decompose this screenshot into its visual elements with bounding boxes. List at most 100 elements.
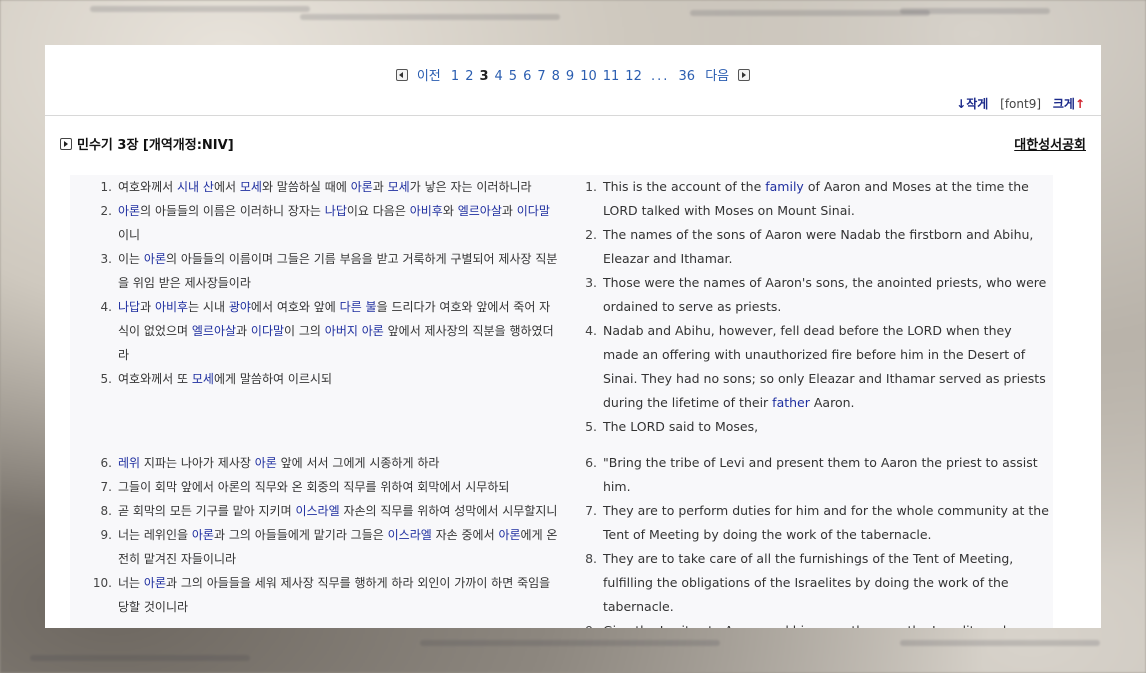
dictionary-term-link[interactable]: 레위	[118, 456, 140, 470]
dictionary-term-link[interactable]: 아론	[255, 456, 277, 470]
page-link-2[interactable]: 2	[465, 69, 473, 84]
verse-text-segment: 과	[501, 204, 517, 218]
page-link-5[interactable]: 5	[509, 69, 517, 84]
dictionary-term-link[interactable]: 엘르아살	[192, 324, 236, 338]
dictionary-term-link[interactable]: 아론	[118, 204, 140, 218]
next-page-link[interactable]: 다음	[705, 65, 729, 84]
verse-text-segment: 여호와께서 또	[118, 372, 192, 386]
verse-row: 3. Those were the names of Aaron's sons, …	[585, 271, 1050, 319]
page-link-12[interactable]: 12	[625, 69, 642, 84]
verse-row: 8. 곧 회막의 모든 기구를 맡아 지키며 이스라엘 자손의 직무를 위하여 성…	[90, 499, 560, 523]
dictionary-term-link[interactable]: 이다말	[517, 204, 550, 218]
page-link-1[interactable]: 1	[451, 69, 459, 84]
dictionary-term-link[interactable]: 모세	[240, 180, 262, 194]
font-size-controls: ↓작게 [font9] 크게↑	[956, 95, 1085, 112]
verse-text-segment: 여호와께서	[118, 180, 178, 194]
verse-row: 8. They are to take care of all the furni…	[585, 547, 1050, 619]
verse-text: 아론의 아들들의 이름은 이러하니 장자는 나답이요 다음은 아비후와 엘르아살…	[118, 199, 560, 247]
verse-text: "Bring the tribe of Levi and present the…	[603, 451, 1050, 499]
page-number-list: 1 2 3 4 5 6 7 8 9 10 11 12	[448, 69, 645, 84]
verse-text-segment: 너는 레위인을	[118, 528, 192, 542]
verse-row: 9.Give the Levites to Aaron and his sons…	[585, 619, 1050, 628]
verse-number: 1.	[585, 179, 597, 194]
verse-number: 3.	[100, 252, 112, 266]
verse-text: The LORD said to Moses,	[603, 415, 1050, 439]
verse-row: 5. 여호와께서 또 모세에게 말씀하여 이르시되	[90, 367, 560, 391]
verse-row: 3. 이는 아론의 아들들의 이름이며 그들은 기름 부음을 받고 거룩하게 구별…	[90, 247, 560, 295]
verse-text-segment: 앞에 서서 그에게 시종하게 하라	[276, 456, 440, 470]
verse-text-segment: 는 시내	[188, 300, 229, 314]
dictionary-term-link[interactable]: 엘르아살	[458, 204, 502, 218]
verse-text-segment: 이니	[118, 228, 141, 242]
verse-text-segment: "Bring the tribe of Levi and present the…	[603, 455, 1038, 494]
next-arrow-icon[interactable]	[738, 69, 751, 81]
dictionary-term-link[interactable]: 아론	[351, 180, 373, 194]
page-link-9[interactable]: 9	[566, 69, 574, 84]
verse-text-segment: They are to take care of all the furnish…	[603, 551, 1014, 614]
verse-text: Those were the names of Aaron's sons, th…	[603, 271, 1050, 319]
dictionary-term-link[interactable]: 아비후	[155, 300, 188, 314]
publisher-link[interactable]: 대한성서공회	[1014, 134, 1086, 153]
verse-text-segment: 이 그의	[284, 324, 325, 338]
dictionary-term-link[interactable]: family	[765, 179, 804, 194]
dictionary-term-link[interactable]: 나답	[325, 204, 347, 218]
dictionary-term-link[interactable]: 모세	[388, 180, 410, 194]
chapter-title-bar: 민수기 3장 [개역개정:NIV] 대한성서공회	[60, 134, 1086, 154]
page-link-7[interactable]: 7	[537, 69, 545, 84]
verse-text: 너는 아론과 그의 아들들을 세워 제사장 직무를 행하게 하라 외인이 가까이…	[118, 571, 560, 619]
dictionary-term-link[interactable]: 이스라엘	[388, 528, 432, 542]
verse-text-segment: 에서 여호와 앞에	[250, 300, 340, 314]
verse-number: 7.	[100, 480, 112, 494]
dictionary-term-link[interactable]: 아버지 아론	[325, 324, 384, 338]
verse-text-segment: 과	[140, 300, 155, 314]
dictionary-term-link[interactable]: 아론	[498, 528, 520, 542]
english-verses-column: 1. This is the account of the family of A…	[585, 175, 1050, 628]
dictionary-term-link[interactable]: 아론	[144, 252, 166, 266]
verse-number: 5.	[100, 372, 112, 386]
dictionary-term-link[interactable]: 아론	[192, 528, 214, 542]
verse-number: 1.	[100, 180, 112, 194]
verse-text-segment: 이요 다음은	[346, 204, 410, 218]
background-text-blur	[300, 14, 560, 20]
dictionary-term-link[interactable]: 나답	[118, 300, 140, 314]
verse-number: 9.	[585, 619, 603, 628]
verse-text: 이는 아론의 아들들의 이름이며 그들은 기름 부음을 받고 거룩하게 구별되어…	[118, 247, 560, 295]
current-font-indicator: [font9]	[1000, 97, 1042, 111]
dictionary-term-link[interactable]: 아론	[144, 576, 166, 590]
verse-text-segment: 의 아들들의 이름은 이러하니 장자는	[140, 204, 325, 218]
verse-text-segment: 과 그의 아들들을 세워 제사장 직무를 행하게 하라 외인이 가까이 하면 죽…	[118, 576, 551, 614]
dictionary-term-link[interactable]: 모세	[192, 372, 214, 386]
page-link-4[interactable]: 4	[495, 69, 503, 84]
dictionary-term-link[interactable]: 시내 산	[177, 180, 214, 194]
verse-number: 6.	[100, 456, 112, 470]
verse-number: 4.	[585, 323, 597, 338]
verse-text: 그들이 회막 앞에서 아론의 직무와 온 회중의 직무를 위하여 회막에서 시무…	[118, 475, 560, 499]
verse-text-segment: 과 그의 아들들에게 맡기라 그들은	[213, 528, 388, 542]
verse-text-segment: The names of the sons of Aaron were Nada…	[603, 227, 1034, 266]
dictionary-term-link[interactable]: 광야	[229, 300, 251, 314]
bible-reader-panel: 이전 1 2 3 4 5 6 7 8 9 10 11 12 ... 36 다음 ↓작게 [font9]…	[45, 45, 1101, 628]
dictionary-term-link[interactable]: 아비후	[410, 204, 443, 218]
verse-text: 곧 회막의 모든 기구를 맡아 지키며 이스라엘 자손의 직무를 위하여 성막에…	[118, 499, 560, 523]
dictionary-term-link[interactable]: 다른 불	[340, 300, 377, 314]
header-divider	[45, 115, 1101, 116]
dictionary-term-link[interactable]: 이스라엘	[295, 504, 339, 518]
font-larger-button[interactable]: 크게↑	[1053, 97, 1085, 111]
verse-text-segment: Those were the names of Aaron's sons, th…	[603, 275, 1047, 314]
dictionary-term-link[interactable]: father	[772, 395, 810, 410]
page-link-last[interactable]: 36	[679, 69, 696, 84]
page-link-6[interactable]: 6	[523, 69, 531, 84]
dictionary-term-link[interactable]: 이다말	[251, 324, 284, 338]
verse-text: They are to take care of all the furnish…	[603, 547, 1050, 619]
verse-text-segment: 와	[442, 204, 458, 218]
prev-arrow-icon[interactable]	[395, 69, 408, 81]
page-link-10[interactable]: 10	[580, 69, 597, 84]
verse-text-segment: 자손 중에서	[431, 528, 499, 542]
page-link-8[interactable]: 8	[552, 69, 560, 84]
korean-verses-column: 1. 여호와께서 시내 산에서 모세와 말씀하실 때에 아론과 모세가 낳은 자는…	[90, 175, 560, 619]
verse-text-segment: 과	[236, 324, 251, 338]
page-link-3[interactable]: 3	[479, 69, 488, 84]
font-smaller-button[interactable]: ↓작게	[956, 97, 988, 111]
prev-page-link[interactable]: 이전	[417, 65, 441, 84]
page-link-11[interactable]: 11	[603, 69, 620, 84]
